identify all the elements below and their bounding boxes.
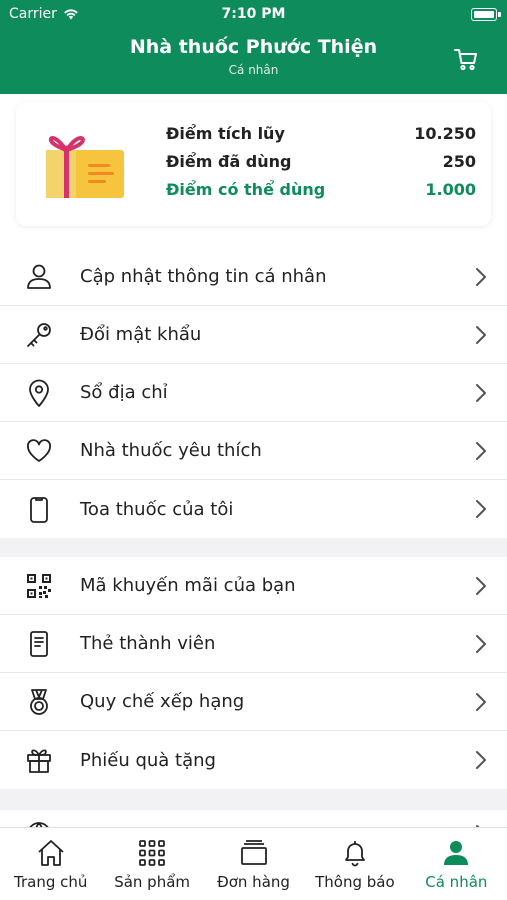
- menu-item-label: Cập nhật thông tin cá nhân: [80, 266, 327, 287]
- profile-icon: [444, 841, 469, 865]
- menu-item-ranking-rules[interactable]: Quy chế xếp hạng: [0, 673, 507, 731]
- location-pin-icon: [29, 379, 49, 407]
- heart-icon: [27, 439, 51, 462]
- points-available-value: 1.000: [425, 180, 476, 199]
- tab-label: Cá nhân: [425, 873, 488, 891]
- tab-notifications[interactable]: Thông báo: [304, 828, 405, 900]
- tab-products[interactable]: Sản phẩm: [101, 828, 202, 900]
- grid-icon: [139, 840, 166, 866]
- more-menu: [0, 810, 507, 827]
- menu-item-label: Sổ địa chỉ: [80, 382, 168, 403]
- points-available-label: Điểm có thể dùng: [166, 180, 326, 199]
- member-card-icon: [30, 631, 48, 657]
- menu-item-label: Nhà thuốc yêu thích: [80, 440, 262, 461]
- status-bar: Carrier 7:10 PM: [0, 4, 507, 26]
- gift-icon: [27, 749, 51, 773]
- points-accumulated-row: Điểm tích lũy 10.250: [166, 124, 476, 152]
- chevron-right-icon: [476, 326, 486, 344]
- menu-item-label: Mã khuyến mãi của bạn: [80, 575, 296, 596]
- chevron-right-icon: [476, 635, 486, 653]
- menu-item-gift-vouchers[interactable]: Phiếu quà tặng: [0, 731, 507, 789]
- user-icon: [27, 264, 51, 289]
- points-section: Điểm tích lũy 10.250 Điểm đã dùng 250 Đi…: [0, 94, 507, 248]
- chevron-right-icon: [476, 693, 486, 711]
- rewards-menu: Mã khuyến mãi của bạn Thẻ thành viên Quy…: [0, 557, 507, 789]
- clipboard-icon: [30, 497, 48, 523]
- tab-label: Thông báo: [315, 873, 395, 891]
- menu-item-address-book[interactable]: Sổ địa chỉ: [0, 364, 507, 422]
- menu-item-label: Phiếu quà tặng: [80, 749, 216, 771]
- chevron-right-icon: [476, 268, 486, 286]
- page-title: Nhà thuốc Phước Thiện: [129, 36, 378, 58]
- account-menu: Cập nhật thông tin cá nhân Đổi mật khẩu …: [0, 248, 507, 538]
- points-summary: Điểm tích lũy 10.250 Điểm đã dùng 250 Đi…: [166, 124, 476, 208]
- home-icon: [38, 840, 64, 866]
- bottom-tab-bar: Trang chủ Sản phẩm Đơn hàng Thông báo Cá…: [0, 827, 507, 900]
- tab-label: Đơn hàng: [217, 873, 290, 891]
- points-accumulated-value: 10.250: [414, 124, 476, 143]
- tab-label: Sản phẩm: [114, 873, 191, 891]
- key-icon: [27, 323, 51, 347]
- menu-item-label: Toa thuốc của tôi: [80, 498, 234, 520]
- points-card: Điểm tích lũy 10.250 Điểm đã dùng 250 Đi…: [16, 102, 491, 226]
- gift-box-icon: [46, 136, 124, 198]
- tab-orders[interactable]: Đơn hàng: [203, 828, 304, 900]
- menu-item-favorite-pharmacy[interactable]: Nhà thuốc yêu thích: [0, 422, 507, 480]
- menu-item-promo-codes[interactable]: Mã khuyến mãi của bạn: [0, 557, 507, 615]
- menu-item-label: Thẻ thành viên: [80, 633, 216, 654]
- menu-item-my-prescriptions[interactable]: Toa thuốc của tôi: [0, 480, 507, 538]
- medal-icon: [30, 689, 48, 715]
- tab-home[interactable]: Trang chủ: [0, 828, 101, 900]
- menu-item-label: Đổi mật khẩu: [80, 324, 202, 345]
- menu-item-label: Quy chế xếp hạng: [80, 691, 245, 712]
- chevron-right-icon: [476, 442, 486, 460]
- menu-item-change-password[interactable]: Đổi mật khẩu: [0, 306, 507, 364]
- menu-item-membership-card[interactable]: Thẻ thành viên: [0, 615, 507, 673]
- points-accumulated-label: Điểm tích lũy: [166, 124, 285, 143]
- page-subtitle: Cá nhân: [228, 63, 279, 77]
- tab-profile[interactable]: Cá nhân: [406, 828, 507, 900]
- chevron-right-icon: [476, 751, 486, 769]
- chevron-right-icon: [476, 500, 486, 518]
- points-used-value: 250: [442, 152, 476, 171]
- cart-icon[interactable]: [453, 46, 479, 72]
- app-header: Carrier 7:10 PM Nhà thuốc Phước Thiện Cá…: [0, 0, 507, 94]
- status-time: 7:10 PM: [221, 6, 286, 22]
- points-used-row: Điểm đã dùng 250: [166, 152, 476, 180]
- qr-code-icon: [27, 574, 51, 598]
- points-available-row: Điểm có thể dùng 1.000: [166, 180, 476, 208]
- points-used-label: Điểm đã dùng: [166, 152, 292, 171]
- bell-icon: [345, 841, 365, 867]
- tab-label: Trang chủ: [14, 873, 88, 891]
- chevron-right-icon: [476, 577, 486, 595]
- chevron-right-icon: [476, 384, 486, 402]
- battery-icon: [471, 8, 501, 21]
- orders-icon: [240, 840, 267, 865]
- menu-item-update-profile[interactable]: Cập nhật thông tin cá nhân: [0, 248, 507, 306]
